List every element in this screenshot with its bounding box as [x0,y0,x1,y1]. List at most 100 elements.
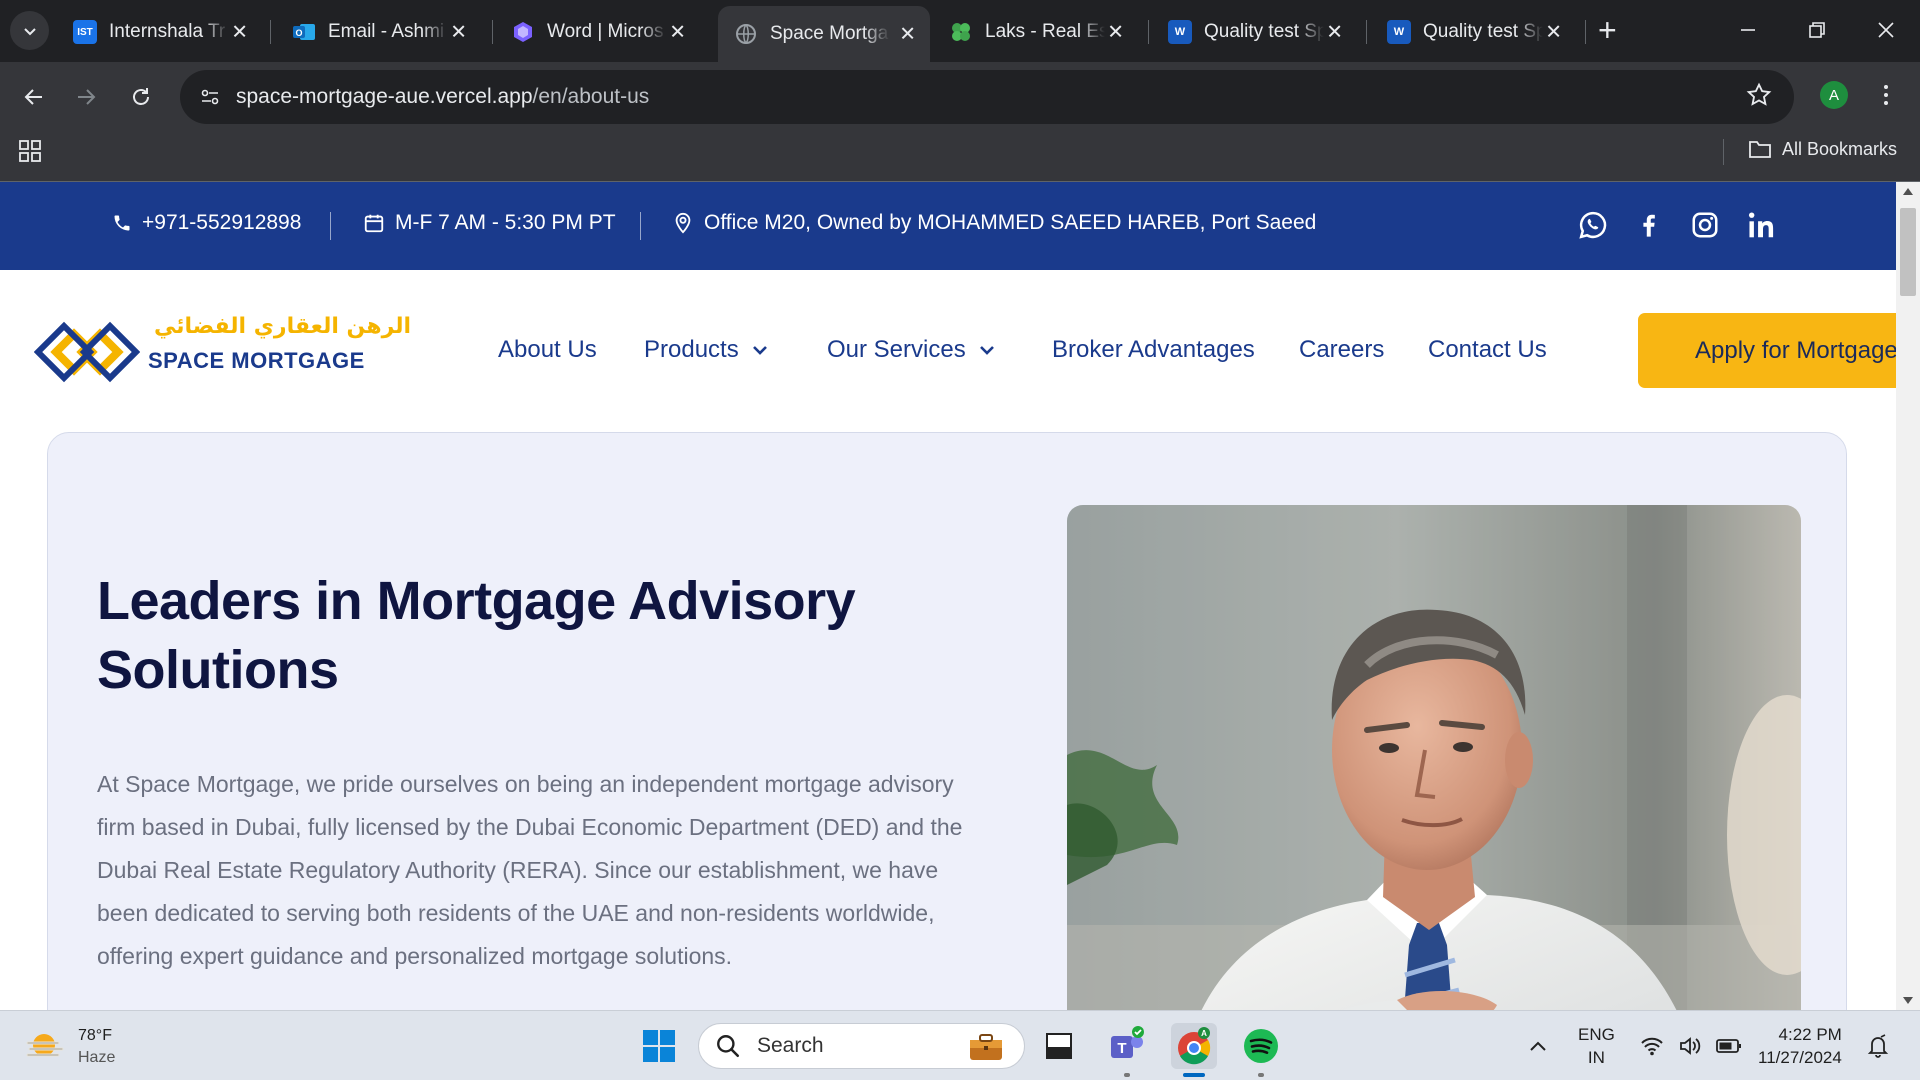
browser-menu-icon[interactable] [1874,80,1898,110]
hero-photo-businessman [1067,505,1801,1010]
tab-search-button[interactable] [10,11,49,50]
chrome-icon: A [1178,1027,1211,1065]
system-tray-status[interactable] [1640,1011,1742,1080]
show-hidden-icons[interactable] [1528,1011,1548,1080]
bookmarks-bar [0,132,1920,182]
tab-divider [1585,20,1586,44]
tab-quality-test-1[interactable]: W Quality test Sp ✕ [1152,9,1357,55]
close-tab-icon[interactable]: ✕ [669,20,686,45]
topbar-address: Office M20, Owned by MOHAMMED SAEED HARE… [672,211,1316,235]
hero-title: Leaders in Mortgage Advisory Solutions [97,571,856,700]
whatsapp-icon[interactable] [1576,208,1610,242]
all-bookmarks-button[interactable]: All Bookmarks [1748,138,1897,160]
clock[interactable]: 4:22 PM 11/27/2024 [1758,1011,1842,1080]
scrollbar-thumb[interactable] [1900,208,1916,296]
close-tab-icon[interactable]: ✕ [1545,20,1562,45]
running-indicator [1258,1073,1264,1077]
chevron-down-icon [752,346,767,355]
taskbar-app-explorer[interactable] [1036,1023,1082,1069]
arrow-left-icon [24,89,42,105]
tab-word[interactable]: Word | Micros ✕ [495,9,700,55]
linkedin-icon[interactable] [1746,208,1780,242]
new-tab-button[interactable]: + [1598,12,1617,48]
address-bar[interactable]: space-mortgage-aue.vercel.app/en/about-u… [180,70,1794,124]
taskbar-app-spotify[interactable] [1238,1023,1284,1077]
nav-products[interactable]: Products [644,336,769,364]
running-indicator [1124,1073,1130,1077]
apps-grid-icon[interactable] [18,139,42,168]
topbar-phone[interactable]: +971-552912898 [112,211,301,235]
tab-space-mortgage[interactable]: Space Mortga ✕ [718,6,930,62]
minimize-icon[interactable] [1728,10,1768,50]
profile-avatar[interactable]: A [1820,81,1848,109]
forward-button[interactable] [68,79,104,115]
bookmark-star-icon[interactable] [1746,82,1772,113]
site-info-icon[interactable] [194,81,226,113]
contact-topbar: +971-552912898 M-F 7 AM - 5:30 PM PT Off… [0,182,1896,270]
browser-toolbar: space-mortgage-aue.vercel.app/en/about-u… [0,62,1920,132]
tab-quality-test-2[interactable]: W Quality test Sp ✕ [1371,9,1576,55]
tab-divider [1148,20,1149,44]
tab-email[interactable]: O Email - Ashmi ✕ [276,9,481,55]
url-domain: space-mortgage-aue.vercel.app [236,85,533,108]
topbar-hours: M-F 7 AM - 5:30 PM PT [363,211,616,235]
windows-start-button[interactable] [636,1023,682,1069]
tab-title: Internshala Tr [109,21,226,42]
facebook-icon[interactable] [1632,208,1666,242]
teams-icon: T [1111,1026,1144,1058]
logo-mark-icon [34,321,140,383]
page-viewport: +971-552912898 M-F 7 AM - 5:30 PM PT Off… [0,182,1896,1010]
language-indicator[interactable]: ENG IN [1578,1011,1615,1080]
notification-center-button[interactable] [1866,1011,1890,1080]
page-scrollbar[interactable] [1896,182,1920,1010]
briefcase-icon [970,1034,1002,1060]
notification-bell-icon [1867,1034,1889,1058]
chevron-down-icon [23,27,36,35]
windows-logo-icon [643,1030,675,1062]
all-bookmarks-label: All Bookmarks [1782,138,1898,159]
phone-text: +971-552912898 [142,211,302,234]
close-tab-icon[interactable]: ✕ [231,20,248,45]
tab-title: Laks - Real Est [985,21,1105,42]
calendar-icon [364,214,384,233]
taskbar-app-chrome[interactable]: A [1171,1023,1217,1077]
nav-contact-us[interactable]: Contact Us [1428,336,1547,364]
taskbar-app-teams[interactable]: T [1104,1023,1150,1077]
back-button[interactable] [16,79,52,115]
tab-laks[interactable]: Laks - Real Est ✕ [933,9,1138,55]
restore-icon[interactable] [1797,10,1837,50]
topbar-divider [640,212,641,240]
nav-about-us[interactable]: About Us [498,336,597,364]
apply-for-mortgage-button[interactable]: Apply for Mortgage [1638,313,1896,388]
address-text: Office M20, Owned by MOHAMMED SAEED HARE… [704,211,1317,234]
folder-icon [1749,141,1771,158]
scroll-up-icon[interactable] [1903,188,1913,195]
logo-arabic-text: الرهن العقاري الفضائي [154,314,412,339]
close-tab-icon[interactable]: ✕ [1326,20,1343,45]
nav-careers[interactable]: Careers [1299,336,1384,364]
close-window-icon[interactable] [1866,10,1906,50]
reload-button[interactable] [123,79,159,115]
space-mortgage-logo[interactable]: الرهن العقاري الفضائي SPACE MORTGAGE [34,314,411,388]
chevron-down-icon [979,346,994,355]
close-tab-icon[interactable]: ✕ [450,20,467,45]
weather-widget[interactable]: 78°F Haze [26,1025,115,1069]
tab-internshala[interactable]: IST Internshala Tr ✕ [57,9,262,55]
hero-description: At Space Mortgage, we pride ourselves on… [97,771,963,969]
nav-our-services-label: Our Services [827,336,966,363]
search-icon [717,1035,740,1058]
instagram-icon[interactable] [1688,208,1722,242]
volume-icon [1680,1037,1701,1055]
windows-taskbar: 78°F Haze Search T A ENG IN 4:22 PM 11/2… [0,1010,1920,1080]
nav-our-services[interactable]: Our Services [827,336,996,364]
tab-divider [1366,20,1367,44]
scroll-down-icon[interactable] [1903,997,1913,1004]
internshala-icon: IST [73,20,97,44]
language-region: IN [1587,1048,1605,1067]
close-tab-icon[interactable]: ✕ [1107,20,1124,45]
taskbar-search-box[interactable]: Search [698,1023,1025,1069]
close-tab-icon[interactable]: ✕ [899,22,916,47]
nav-contact-label: Contact Us [1428,336,1547,363]
taskbar-search-label: Search [757,1034,824,1057]
nav-broker-advantages[interactable]: Broker Advantages [1052,336,1255,364]
